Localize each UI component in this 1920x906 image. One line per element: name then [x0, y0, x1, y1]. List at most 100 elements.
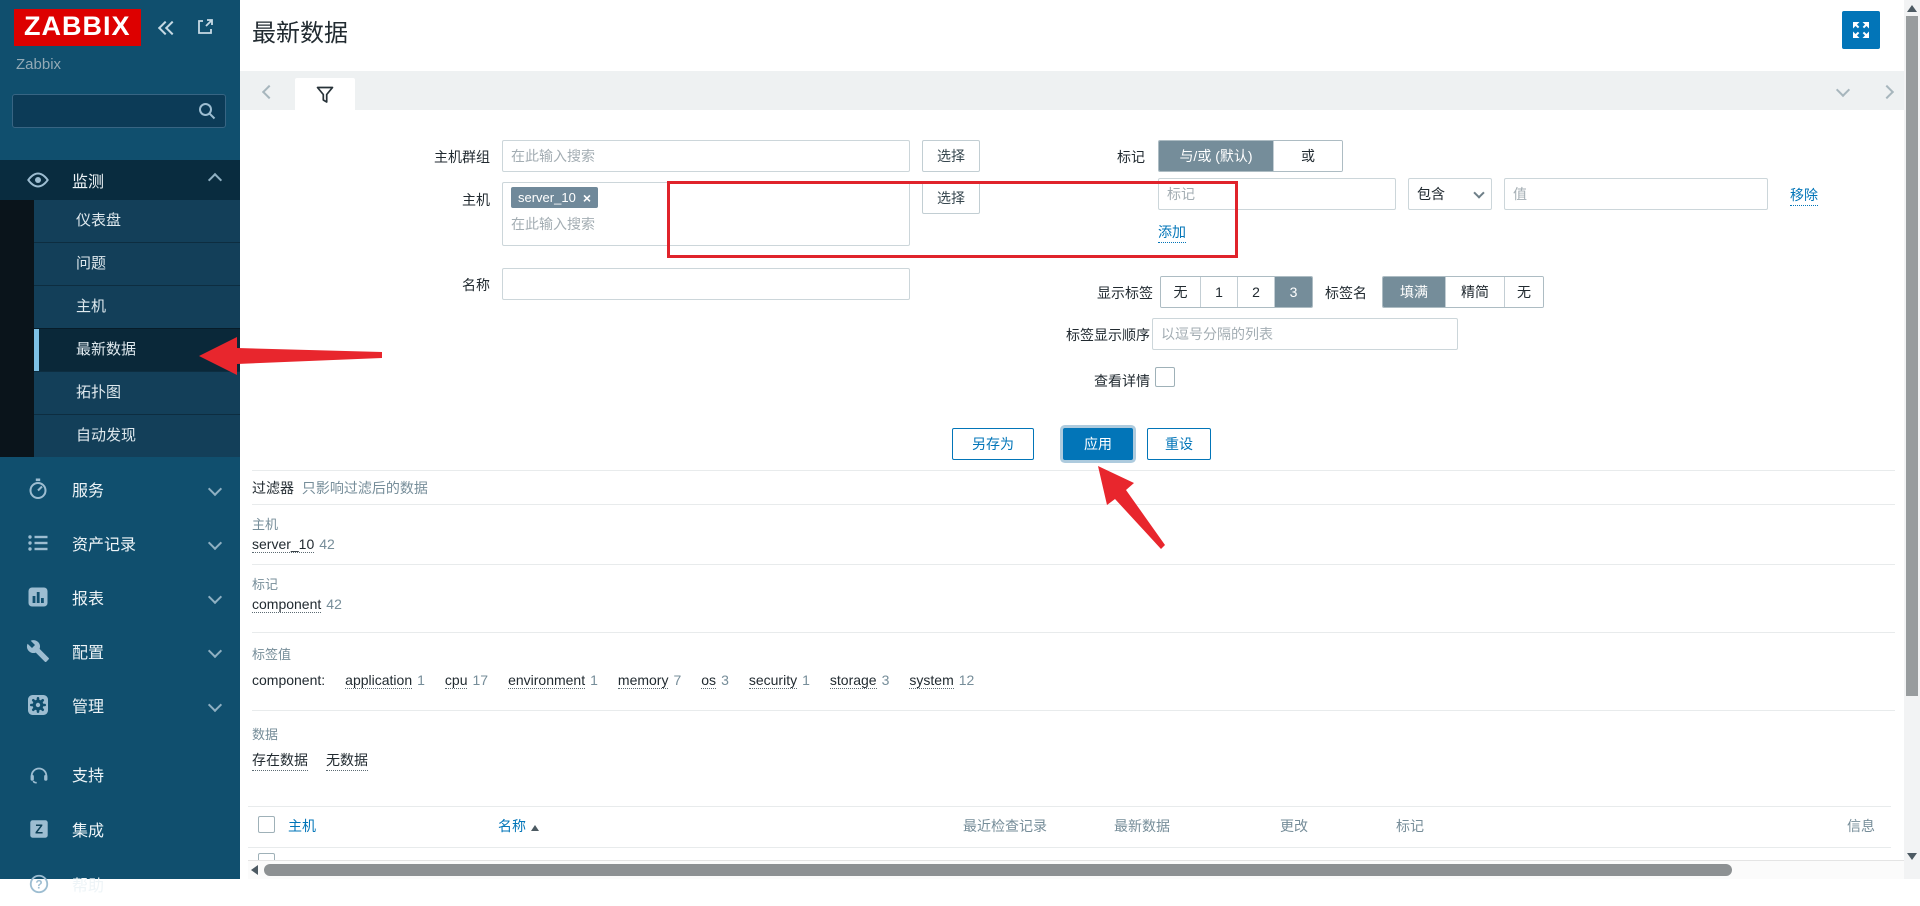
- scroll-up-arrow[interactable]: [1907, 5, 1917, 12]
- horizontal-scrollbar-thumb[interactable]: [264, 864, 1732, 876]
- tag-order-input[interactable]: [1152, 318, 1458, 350]
- tag-value-input[interactable]: [1504, 178, 1768, 210]
- name-label: 名称: [240, 275, 490, 295]
- tagvalue-count: 1: [590, 672, 598, 688]
- tagvalue-count: 1: [417, 672, 425, 688]
- name-input[interactable]: [502, 268, 910, 300]
- host-group-input[interactable]: [502, 140, 910, 172]
- tagvalue-link[interactable]: storage: [830, 672, 877, 689]
- sidebar-item-latest-data[interactable]: 最新数据: [0, 328, 240, 371]
- row-checkbox[interactable]: [258, 853, 275, 860]
- chevron-down-icon: [208, 698, 222, 712]
- tag-display-full[interactable]: 填满: [1383, 277, 1445, 307]
- sort-asc-icon: [531, 825, 539, 831]
- subfilter-host-link[interactable]: server_10: [252, 536, 314, 553]
- show-tags-3[interactable]: 3: [1274, 277, 1312, 307]
- tags-mode-segmented: 与/或 (默认) 或: [1158, 140, 1343, 172]
- chip-remove-icon[interactable]: ×: [583, 191, 591, 205]
- tagvalue-item: memory7: [618, 672, 681, 688]
- horizontal-scrollbar[interactable]: [248, 860, 1904, 879]
- tagvalue-link[interactable]: os: [701, 672, 716, 689]
- save-as-button[interactable]: 另存为: [952, 428, 1034, 460]
- sidebar-item-label: 管理: [72, 693, 104, 717]
- scroll-left-arrow[interactable]: [251, 865, 258, 875]
- show-tags-1[interactable]: 1: [1200, 277, 1237, 307]
- tag-display-none[interactable]: 无: [1504, 277, 1543, 307]
- tag-display-segmented: 填满 精简 无: [1382, 276, 1544, 308]
- tagvalue-link[interactable]: application: [345, 672, 412, 689]
- sidebar-item-inventory[interactable]: 资产记录: [0, 521, 240, 565]
- details-label: 查看详情: [890, 371, 1150, 391]
- list-icon: [26, 531, 50, 555]
- tag-remove-link[interactable]: 移除: [1790, 185, 1818, 206]
- apply-button[interactable]: 应用: [1063, 428, 1133, 460]
- sidebar-item-support[interactable]: 支持: [0, 752, 240, 796]
- sidebar-item-services[interactable]: 服务: [0, 467, 240, 511]
- sidebar-item-problems[interactable]: 问题: [0, 242, 240, 285]
- data-exists-link[interactable]: 存在数据: [252, 750, 308, 771]
- vertical-scrollbar-thumb[interactable]: [1906, 16, 1918, 696]
- sidebar-item-maps[interactable]: 拓扑图: [0, 371, 240, 414]
- tag-name-input[interactable]: [1158, 178, 1396, 210]
- hide-sidebar-icon[interactable]: [196, 18, 214, 39]
- tagvalue-prefix: component:: [252, 672, 325, 688]
- tags-mode-or[interactable]: 或: [1273, 141, 1342, 171]
- show-tags-2[interactable]: 2: [1237, 277, 1274, 307]
- kiosk-mode-button[interactable]: [1842, 11, 1880, 49]
- sidebar-item-hosts[interactable]: 主机: [0, 285, 240, 328]
- subfilter-host-section: 主机: [252, 514, 278, 533]
- tagvalue-link[interactable]: environment: [508, 672, 585, 689]
- column-name[interactable]: 名称: [498, 816, 539, 836]
- tag-display-shortened[interactable]: 精简: [1445, 277, 1504, 307]
- subfilter-tag-link[interactable]: component: [252, 596, 321, 613]
- divider: [252, 710, 1895, 711]
- sidebar-item-help[interactable]: ? 帮助: [0, 862, 240, 906]
- sidebar: ZABBIX Zabbix 监测 仪表盘 问题 主机 最新数据 拓扑图 自动发现…: [0, 0, 240, 879]
- sidebar-item-reports[interactable]: 报表: [0, 575, 240, 619]
- chevron-down-icon: [1473, 187, 1484, 198]
- zabbix-logo[interactable]: ZABBIX: [14, 9, 141, 46]
- submenu-strip: [0, 200, 34, 457]
- tagvalue-item: application 1: [345, 672, 425, 688]
- column-name-label: 名称: [498, 818, 526, 834]
- tagvalue-count: 3: [882, 672, 890, 688]
- sidebar-item-label: 帮助: [72, 872, 104, 896]
- tag-add-link[interactable]: 添加: [1158, 222, 1186, 243]
- tagvalue-count: 3: [721, 672, 729, 688]
- divider: [252, 470, 1895, 471]
- sidebar-item-configuration[interactable]: 配置: [0, 629, 240, 673]
- expand-arrows-icon: [1849, 18, 1873, 42]
- collapse-sidebar-icon[interactable]: [160, 20, 177, 36]
- tag-operator-select[interactable]: 包含: [1408, 178, 1492, 210]
- sidebar-item-integrations[interactable]: Z 集成: [0, 807, 240, 851]
- host-select-button[interactable]: 选择: [922, 182, 980, 214]
- sidebar-item-label: 仪表盘: [76, 212, 121, 229]
- sidebar-item-dashboard[interactable]: 仪表盘: [0, 200, 240, 242]
- tagvalue-link[interactable]: system: [909, 672, 953, 689]
- show-tags-none[interactable]: 无: [1161, 277, 1200, 307]
- tags-mode-andor[interactable]: 与/或 (默认): [1159, 141, 1273, 171]
- tagvalue-link[interactable]: memory: [618, 672, 669, 689]
- scroll-down-arrow[interactable]: [1907, 853, 1917, 860]
- host-multiselect[interactable]: server_10 × 在此输入搜索: [502, 182, 910, 246]
- tagvalue-link[interactable]: cpu: [445, 672, 468, 689]
- main-content: 最新数据 主机群组 选择 主机 server_10 × 在此输入搜索 选择 名称…: [240, 0, 1904, 879]
- data-none-link[interactable]: 无数据: [326, 750, 368, 771]
- sidebar-item-administration[interactable]: 管理: [0, 683, 240, 727]
- filter-tab[interactable]: [295, 78, 355, 110]
- tab-scroll-left-icon[interactable]: [262, 85, 276, 99]
- divider: [252, 504, 1895, 505]
- sidebar-item-discovery[interactable]: 自动发现: [0, 414, 240, 457]
- tagvalue-link[interactable]: security: [749, 672, 797, 689]
- collapse-filter-icon[interactable]: [1836, 83, 1850, 97]
- tab-scroll-right-icon[interactable]: [1880, 85, 1894, 99]
- details-checkbox[interactable]: [1155, 367, 1175, 387]
- table-header: 主机 名称 最近检查记录 最新数据 更改 标记 信息: [240, 812, 1904, 846]
- sidebar-search-input[interactable]: [12, 94, 226, 128]
- column-host[interactable]: 主机: [288, 816, 316, 836]
- reset-button[interactable]: 重设: [1147, 428, 1211, 460]
- sidebar-item-monitoring[interactable]: 监测: [0, 160, 240, 200]
- select-all-checkbox[interactable]: [258, 816, 275, 833]
- vertical-scrollbar[interactable]: [1904, 0, 1920, 879]
- subfilter-host-row: server_1042: [252, 536, 335, 552]
